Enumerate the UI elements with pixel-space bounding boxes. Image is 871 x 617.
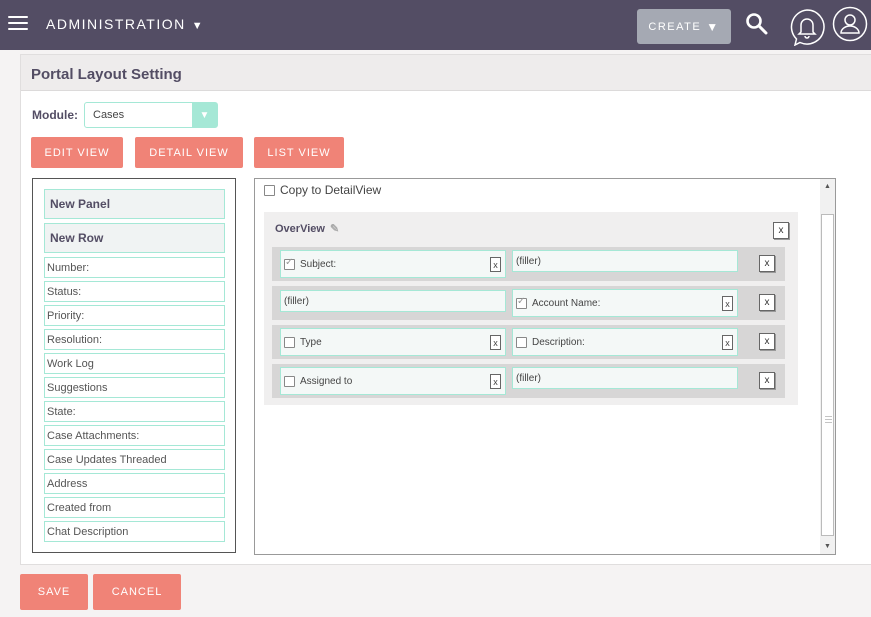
remove-field-button[interactable]: x (722, 296, 733, 311)
layout-panel-overview: OverView ✎ x Subject: x (filler) x (fille… (264, 212, 798, 405)
page-title: Portal Layout Setting (21, 55, 871, 91)
field-item[interactable]: Priority: (44, 305, 225, 326)
user-profile-icon[interactable] (832, 6, 868, 42)
field-label: Assigned to (300, 375, 353, 387)
remove-field-button[interactable]: x (722, 335, 733, 350)
scroll-up-arrow-icon[interactable]: ▲ (820, 179, 835, 194)
layout-field-filler[interactable]: (filler) (280, 290, 506, 312)
vertical-scrollbar[interactable]: ▲ — — — ▼ (820, 179, 835, 554)
field-label: Type (300, 336, 322, 348)
field-item[interactable]: Status: (44, 281, 225, 302)
panel-title-label: OverView (275, 223, 325, 235)
field-item[interactable]: Case Updates Threaded (44, 449, 225, 470)
field-item[interactable]: Suggestions (44, 377, 225, 398)
field-item[interactable]: Number: (44, 257, 225, 278)
layout-row[interactable]: Type x Description: x x (272, 325, 785, 359)
create-button-label: CREATE (648, 20, 702, 33)
remove-row-button[interactable]: x (759, 372, 775, 389)
layout-field-assigned-to[interactable]: Assigned to x (280, 367, 506, 395)
remove-row-button[interactable]: x (759, 255, 775, 272)
scroll-down-arrow-icon[interactable]: ▼ (820, 539, 835, 554)
field-item[interactable]: Chat Description (44, 521, 225, 542)
edit-view-button[interactable]: EDIT VIEW (31, 137, 123, 168)
copy-to-detailview-row: Copy to DetailView (264, 183, 381, 197)
grip-icon: — — — (825, 413, 832, 426)
notifications-bell-icon[interactable] (788, 8, 826, 46)
admin-nav-menu[interactable]: ADMINISTRATION ▼ (46, 16, 204, 32)
field-item[interactable]: State: (44, 401, 225, 422)
field-item[interactable]: Work Log (44, 353, 225, 374)
save-button[interactable]: SAVE (20, 574, 88, 610)
layout-row[interactable]: (filler) Account Name: x x (272, 286, 785, 320)
layout-canvas: Copy to DetailView OverView ✎ x Subject: … (254, 178, 836, 555)
available-fields-list: New Panel New Row Number: Status: Priori… (32, 178, 236, 553)
field-label: (filler) (284, 295, 309, 307)
top-nav-bar: ADMINISTRATION ▼ CREATE ▼ (0, 0, 871, 50)
hamburger-menu-icon[interactable] (8, 16, 28, 32)
search-icon[interactable] (745, 12, 769, 36)
pencil-edit-icon[interactable]: ✎ (330, 222, 339, 235)
field-checkbox[interactable] (284, 257, 295, 270)
layout-field-description[interactable]: Description: x (512, 328, 738, 356)
layout-field-filler[interactable]: (filler) (512, 250, 738, 272)
scrollbar-thumb[interactable]: — — — (821, 214, 834, 536)
layout-field-account-name[interactable]: Account Name: x (512, 289, 738, 317)
remove-row-button[interactable]: x (759, 333, 775, 350)
field-item[interactable]: Resolution: (44, 329, 225, 350)
create-button[interactable]: CREATE ▼ (637, 9, 731, 44)
field-checkbox[interactable] (284, 375, 295, 387)
layout-row[interactable]: Subject: x (filler) x (272, 247, 785, 281)
remove-row-button[interactable]: x (759, 294, 775, 311)
detail-view-button[interactable]: DETAIL VIEW (135, 137, 243, 168)
field-checkbox[interactable] (516, 296, 527, 309)
remove-field-button[interactable]: x (490, 374, 501, 389)
new-row-item[interactable]: New Row (44, 223, 225, 253)
layout-field-subject[interactable]: Subject: x (280, 250, 506, 278)
module-select[interactable]: Cases ▼ (84, 102, 218, 128)
module-label: Module: (32, 108, 78, 122)
panel-title: OverView ✎ (275, 222, 339, 235)
new-panel-item[interactable]: New Panel (44, 189, 225, 219)
field-label: (filler) (516, 255, 541, 267)
field-item[interactable]: Created from (44, 497, 225, 518)
chevron-down-icon: ▼ (706, 19, 720, 34)
field-checkbox[interactable] (284, 336, 295, 348)
remove-field-button[interactable]: x (490, 335, 501, 350)
layout-field-filler[interactable]: (filler) (512, 367, 738, 389)
chevron-down-icon: ▼ (191, 20, 205, 32)
field-label: Account Name: (532, 297, 601, 309)
module-select-value: Cases (93, 109, 125, 121)
cancel-button[interactable]: CANCEL (93, 574, 181, 610)
field-checkbox[interactable] (516, 336, 527, 348)
module-selector-row: Module: Cases ▼ (32, 102, 218, 128)
copy-to-detailview-label: Copy to DetailView (280, 183, 382, 197)
dropdown-arrow-icon: ▼ (192, 103, 217, 127)
remove-panel-button[interactable]: x (773, 222, 789, 239)
field-label: Description: (532, 336, 585, 348)
layout-field-type[interactable]: Type x (280, 328, 506, 356)
list-view-button[interactable]: LIST VIEW (254, 137, 344, 168)
layout-row[interactable]: Assigned to x (filler) x (272, 364, 785, 398)
portal-layout-panel: Portal Layout Setting Module: Cases ▼ ED… (20, 54, 871, 565)
field-item[interactable]: Case Attachments: (44, 425, 225, 446)
copy-to-detailview-checkbox[interactable] (264, 184, 275, 196)
field-item[interactable]: Address (44, 473, 225, 494)
remove-field-button[interactable]: x (490, 257, 501, 272)
field-label: Subject: (300, 258, 337, 270)
admin-nav-label: ADMINISTRATION (46, 16, 186, 32)
field-label: (filler) (516, 372, 541, 384)
